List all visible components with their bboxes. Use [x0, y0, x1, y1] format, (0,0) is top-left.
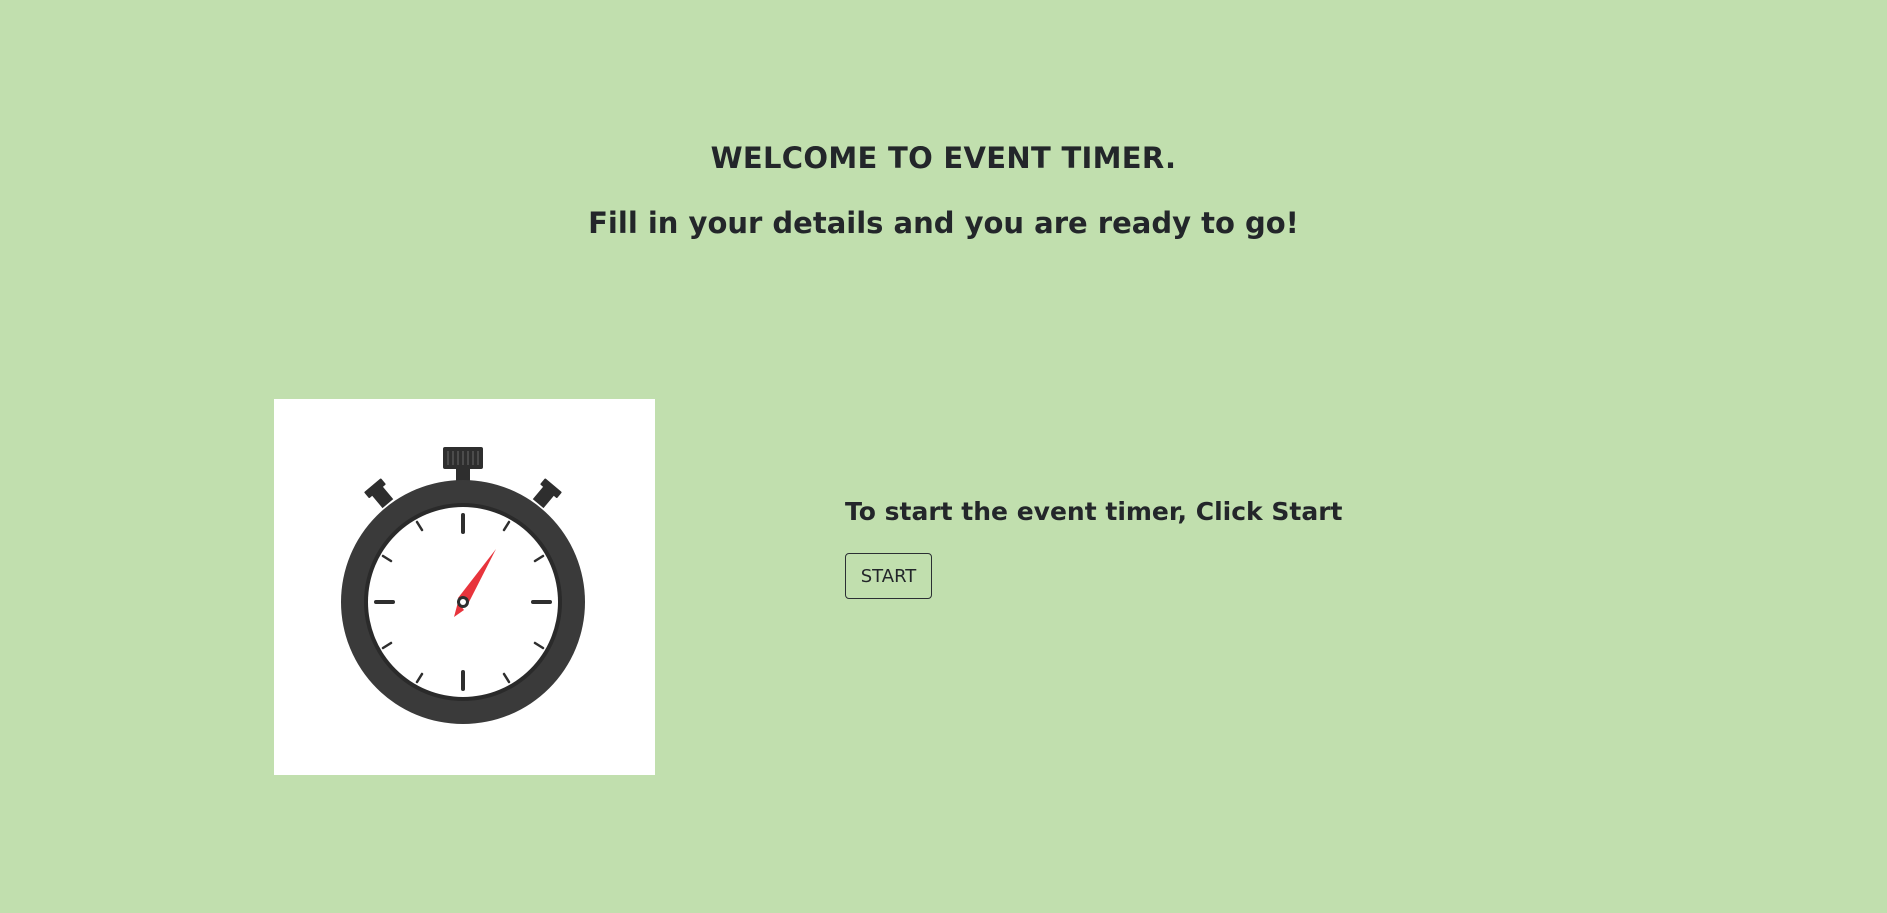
page-subtitle: Fill in your details and you are ready t… — [588, 206, 1299, 240]
stopwatch-image-card — [274, 399, 655, 775]
page: WELCOME TO EVENT TIMER. Fill in your det… — [0, 0, 1887, 913]
start-instruction-text: To start the event timer, Click Start — [845, 497, 1343, 526]
start-button[interactable]: START — [845, 553, 932, 599]
page-title: WELCOME TO EVENT TIMER. — [710, 141, 1177, 175]
stopwatch-icon — [341, 447, 585, 724]
